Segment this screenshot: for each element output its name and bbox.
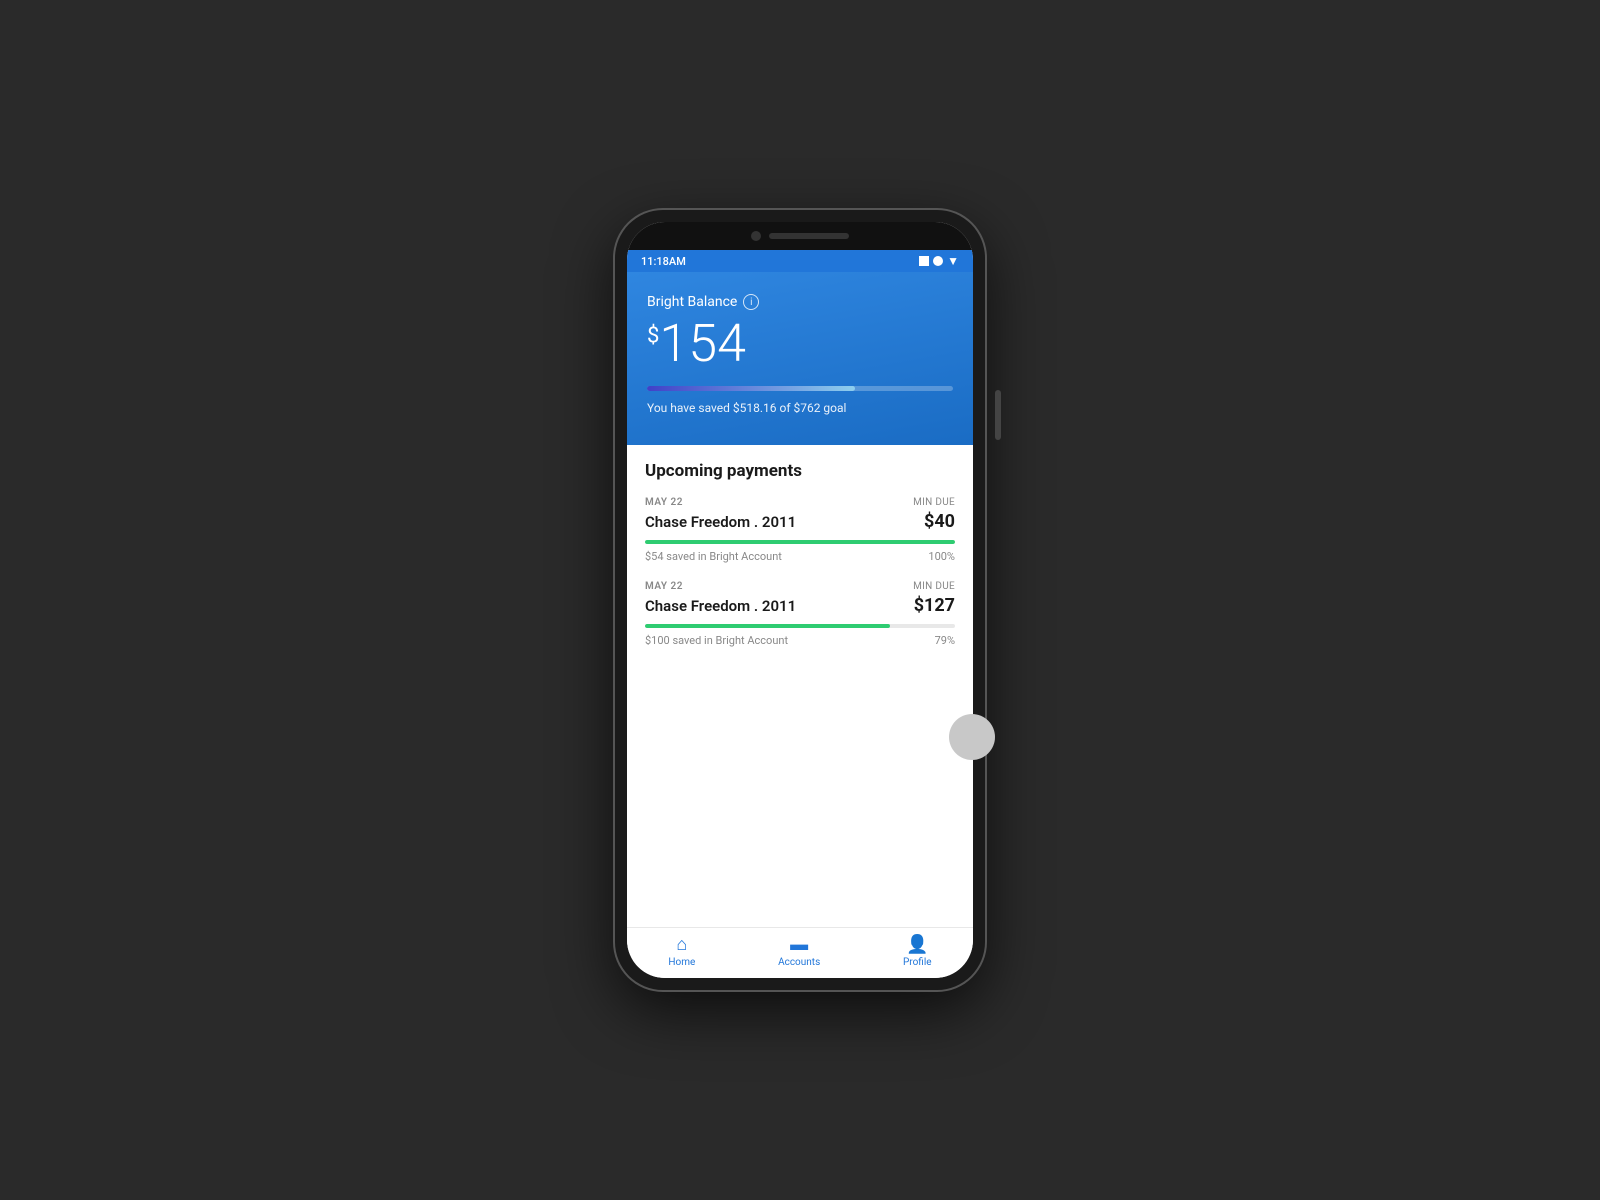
side-button	[995, 390, 1001, 440]
phone-top-bar	[627, 222, 973, 250]
payment-progress-bar-1	[645, 540, 955, 544]
camera-dot	[751, 231, 761, 241]
card-icon: ▬	[790, 936, 808, 954]
payment-date-2: MAY 22	[645, 581, 683, 592]
wifi-icon: ▼	[947, 254, 959, 268]
balance-amount: $154	[647, 318, 953, 370]
payment-saved-text-2: $100 saved in Bright Account	[645, 634, 788, 647]
savings-progress-bar	[647, 386, 953, 391]
payment-name-2: Chase Freedom . 2011	[645, 597, 796, 615]
payment-progress-fill-2	[645, 624, 890, 628]
nav-accounts-label: Accounts	[778, 957, 820, 968]
person-icon: 👤	[906, 936, 928, 954]
payment-progress-bar-2	[645, 624, 955, 628]
nav-home-label: Home	[668, 957, 695, 968]
nav-profile-label: Profile	[903, 957, 932, 968]
phone-frame: 11:18AM ▼ Bright Balance i $154 You have…	[615, 210, 985, 990]
upcoming-payments-title: Upcoming payments	[645, 461, 955, 481]
nav-home[interactable]: ⌂ Home	[668, 936, 695, 968]
bottom-nav: ⌂ Home ▬ Accounts 👤 Profile	[627, 927, 973, 978]
savings-progress-fill	[647, 386, 855, 391]
signal-icon	[919, 256, 929, 266]
payment-item-2[interactable]: MAY 22 MIN DUE Chase Freedom . 2011 $127…	[645, 581, 955, 647]
content-area: Upcoming payments MAY 22 MIN DUE Chase F…	[627, 445, 973, 927]
savings-text: You have saved $518.16 of $762 goal	[647, 401, 953, 415]
info-icon[interactable]: i	[743, 294, 759, 310]
payment-pct-2: 79%	[935, 634, 955, 647]
nav-accounts[interactable]: ▬ Accounts	[778, 936, 820, 968]
status-bar: 11:18AM ▼	[627, 250, 973, 272]
min-due-label-1: MIN DUE	[913, 497, 955, 508]
nav-profile[interactable]: 👤 Profile	[903, 936, 932, 968]
payment-saved-text-1: $54 saved in Bright Account	[645, 550, 782, 563]
status-time: 11:18AM	[641, 255, 686, 268]
payment-item-1[interactable]: MAY 22 MIN DUE Chase Freedom . 2011 $40 …	[645, 497, 955, 563]
phone-screen: 11:18AM ▼ Bright Balance i $154 You have…	[627, 222, 973, 978]
hero-section: Bright Balance i $154 You have saved $51…	[627, 272, 973, 445]
network-icon	[933, 256, 943, 266]
floating-action-button[interactable]	[949, 714, 995, 760]
home-icon: ⌂	[676, 936, 687, 954]
min-due-label-2: MIN DUE	[913, 581, 955, 592]
payment-pct-1: 100%	[928, 550, 955, 563]
payment-amount-1: $40	[924, 511, 955, 532]
payment-progress-fill-1	[645, 540, 955, 544]
balance-label: Bright Balance i	[647, 294, 953, 310]
payment-date-1: MAY 22	[645, 497, 683, 508]
speaker-bar	[769, 233, 849, 239]
status-icons: ▼	[919, 254, 959, 268]
payment-amount-2: $127	[914, 595, 955, 616]
payment-name-1: Chase Freedom . 2011	[645, 513, 796, 531]
